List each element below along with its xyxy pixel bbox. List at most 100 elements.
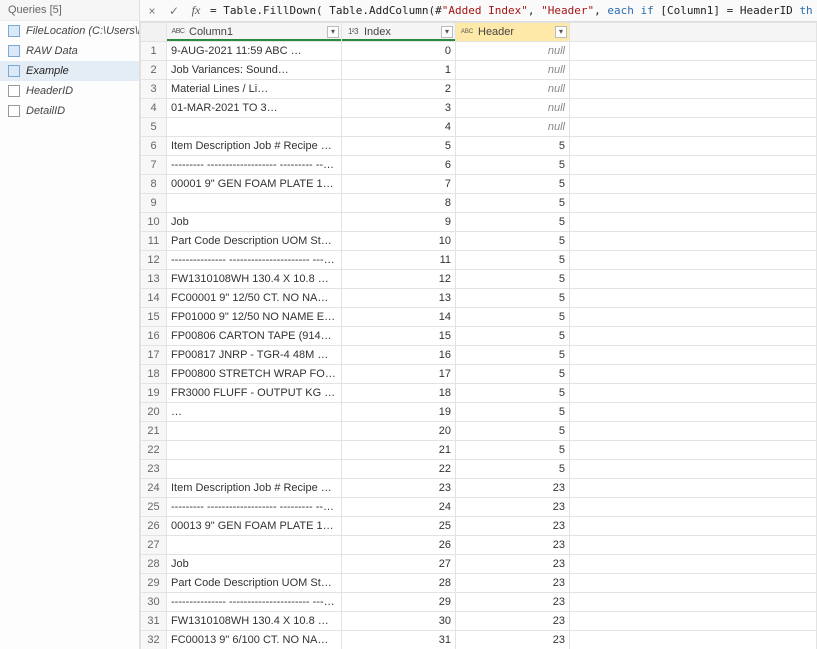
query-item[interactable]: DetailID [0,101,139,121]
cell-index[interactable]: 7 [342,175,456,194]
cell-header[interactable]: null [456,118,570,137]
row-number[interactable]: 28 [141,555,167,574]
row-number[interactable]: 17 [141,346,167,365]
cell-column1[interactable]: … [167,403,342,422]
cell-index[interactable]: 30 [342,612,456,631]
cell-index[interactable]: 1 [342,61,456,80]
row-number[interactable]: 23 [141,460,167,479]
cell-column1[interactable]: 9-AUG-2021 11:59 ABC … [167,42,342,61]
cell-header[interactable]: 5 [456,156,570,175]
table-row[interactable]: 7--------- ------------------- ---------… [141,156,817,175]
table-row[interactable]: 31FW1310108WH 130.4 X 10.8 WHITE KG …302… [141,612,817,631]
row-number[interactable]: 31 [141,612,167,631]
cell-index[interactable]: 19 [342,403,456,422]
datatype-icon[interactable] [171,26,185,38]
cell-column1[interactable]: Job [167,555,342,574]
cell-header[interactable]: 5 [456,422,570,441]
cell-index[interactable]: 9 [342,213,456,232]
cell-column1[interactable]: FC00001 9" 12/50 CT. NO NAME EA … [167,289,342,308]
column-header-header[interactable]: Header▾ [456,23,570,42]
row-number[interactable]: 3 [141,80,167,99]
table-row[interactable]: 32FC00013 9" 6/100 CT. NO NAME LBL EA …3… [141,631,817,649]
cell-header[interactable]: 5 [456,308,570,327]
row-number[interactable]: 16 [141,327,167,346]
row-number[interactable]: 18 [141,365,167,384]
cell-header[interactable]: 23 [456,479,570,498]
row-number[interactable]: 12 [141,251,167,270]
cell-column1[interactable]: 00001 9" GEN FOAM PLATE 193309 000… [167,175,342,194]
cell-header[interactable]: 5 [456,346,570,365]
row-number[interactable]: 29 [141,574,167,593]
cell-column1[interactable]: --------------- ---------------------- -… [167,593,342,612]
cell-index[interactable]: 22 [342,460,456,479]
table-row[interactable]: 12--------------- ----------------------… [141,251,817,270]
cell-index[interactable]: 12 [342,270,456,289]
cell-index[interactable]: 27 [342,555,456,574]
cell-column1[interactable]: 00013 9" GEN FOAM PLATE 193305 000… [167,517,342,536]
cell-column1[interactable]: --------- ------------------- --------- … [167,498,342,517]
formula-cancel-button[interactable]: × [144,3,160,19]
table-row[interactable]: 21205 [141,422,817,441]
row-number[interactable]: 19 [141,384,167,403]
table-row[interactable]: 22215 [141,441,817,460]
table-row[interactable]: 54null [141,118,817,137]
table-row[interactable]: 18FP00800 STRETCH WRAP FOR AUTOMATI …175 [141,365,817,384]
cell-index[interactable]: 10 [342,232,456,251]
cell-index[interactable]: 29 [342,593,456,612]
cell-column1[interactable]: FW1310108WH 130.4 X 10.8 WHITE KG … [167,270,342,289]
row-number[interactable]: 32 [141,631,167,649]
cell-column1[interactable]: Job [167,213,342,232]
cell-column1[interactable]: FC00013 9" 6/100 CT. NO NAME LBL EA … [167,631,342,649]
row-number[interactable]: 26 [141,517,167,536]
cell-index[interactable]: 4 [342,118,456,137]
cell-header[interactable]: 23 [456,612,570,631]
cell-column1[interactable]: Item Description Job # Recipe … [167,479,342,498]
cell-header[interactable]: 23 [456,631,570,649]
cell-column1[interactable]: 01-MAR-2021 TO 3… [167,99,342,118]
cell-column1[interactable] [167,194,342,213]
cell-header[interactable]: 5 [456,384,570,403]
cell-index[interactable]: 18 [342,384,456,403]
cell-column1[interactable]: Item Description Job # Recipe … [167,137,342,156]
cell-column1[interactable]: --------- ------------------- --------- … [167,156,342,175]
cell-index[interactable]: 8 [342,194,456,213]
cell-index[interactable]: 6 [342,156,456,175]
query-item[interactable]: Example [0,61,139,81]
table-row[interactable]: 6Item Description Job # Recipe …55 [141,137,817,156]
cell-header[interactable]: null [456,61,570,80]
cell-header[interactable]: 5 [456,194,570,213]
row-number[interactable]: 22 [141,441,167,460]
cell-header[interactable]: 23 [456,536,570,555]
cell-header[interactable]: 23 [456,498,570,517]
row-number[interactable]: 21 [141,422,167,441]
cell-header[interactable]: 5 [456,175,570,194]
cell-index[interactable]: 14 [342,308,456,327]
table-row[interactable]: 13FW1310108WH 130.4 X 10.8 WHITE KG …125 [141,270,817,289]
row-number[interactable]: 10 [141,213,167,232]
cell-header[interactable]: 5 [456,327,570,346]
cell-index[interactable]: 17 [342,365,456,384]
row-number[interactable]: 25 [141,498,167,517]
cell-header[interactable]: 23 [456,574,570,593]
cell-header[interactable]: null [456,80,570,99]
cell-header[interactable]: 5 [456,441,570,460]
cell-index[interactable]: 26 [342,536,456,555]
row-number[interactable]: 13 [141,270,167,289]
cell-header[interactable]: 5 [456,232,570,251]
cell-index[interactable]: 11 [342,251,456,270]
cell-header[interactable]: 23 [456,593,570,612]
row-number[interactable]: 30 [141,593,167,612]
cell-column1[interactable]: FP01000 9" 12/50 NO NAME EA 1… [167,308,342,327]
cell-header[interactable]: 5 [456,365,570,384]
cell-column1[interactable] [167,118,342,137]
cell-header[interactable]: 23 [456,555,570,574]
cell-column1[interactable]: FR3000 FLUFF - OUTPUT KG 22… [167,384,342,403]
cell-index[interactable]: 31 [342,631,456,649]
query-item[interactable]: FileLocation (C:\Users\lisde… [0,21,139,41]
row-number[interactable]: 1 [141,42,167,61]
query-item[interactable]: RAW Data [0,41,139,61]
cell-column1[interactable]: FP00817 JNRP - TGR-4 48M WHITE EA … [167,346,342,365]
cell-column1[interactable]: FP00800 STRETCH WRAP FOR AUTOMATI … [167,365,342,384]
row-number[interactable]: 27 [141,536,167,555]
table-row[interactable]: 30--------------- ----------------------… [141,593,817,612]
